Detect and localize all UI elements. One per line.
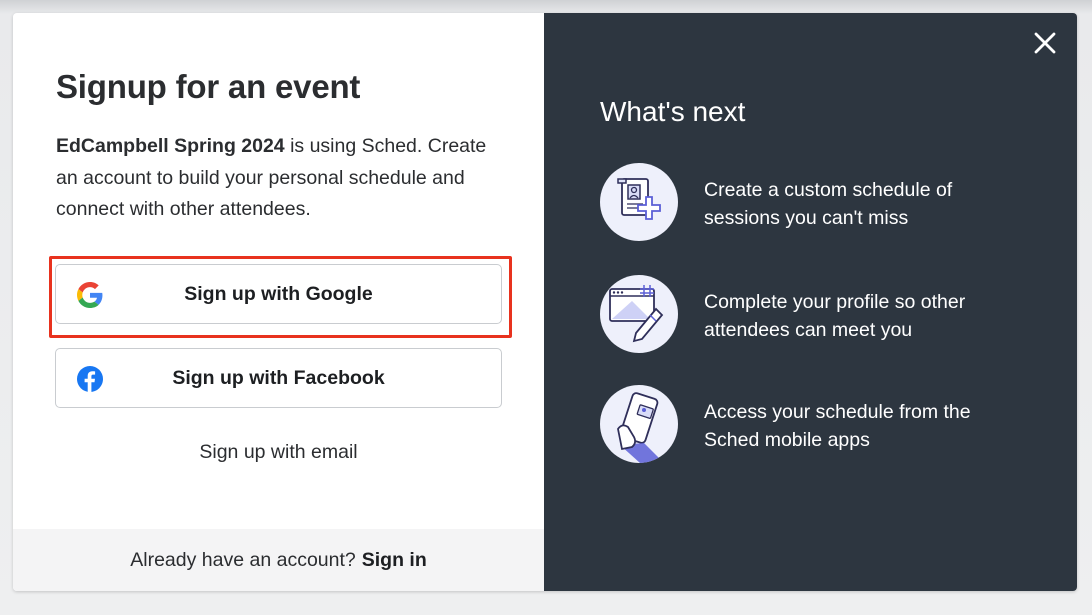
intro-suffix: is using Sched. bbox=[284, 135, 423, 157]
feature-text: Access your schedule from the Sched mobi… bbox=[704, 401, 971, 451]
whats-next-title: What's next bbox=[600, 96, 746, 127]
feature-item: Access your schedule from the Sched mobi… bbox=[600, 385, 1060, 465]
mobile-app-icon bbox=[600, 385, 678, 463]
facebook-button-label: Sign up with Facebook bbox=[172, 366, 385, 389]
signup-modal: Signup for an event EdCampbell Spring 20… bbox=[13, 13, 1077, 591]
facebook-signup-button[interactable]: Sign up with Facebook bbox=[55, 348, 502, 408]
profile-edit-icon bbox=[600, 275, 678, 353]
schedule-add-icon bbox=[600, 163, 678, 241]
email-signup-link[interactable]: Sign up with email bbox=[13, 441, 544, 464]
feature-item: Create a custom schedule of sessions you… bbox=[600, 163, 1060, 243]
close-icon[interactable] bbox=[1033, 31, 1057, 55]
intro-text: EdCampbell Spring 2024 is using Sched. C… bbox=[56, 131, 496, 226]
feature-item: Complete your profile so other attendees… bbox=[600, 275, 1060, 355]
google-button-label: Sign up with Google bbox=[184, 282, 373, 305]
modal-title: Signup for an event bbox=[56, 68, 361, 105]
feature-text: Complete your profile so other attendees… bbox=[704, 291, 966, 341]
event-name: EdCampbell Spring 2024 bbox=[56, 135, 285, 157]
whats-next-panel: What's next Create a custom schedule of … bbox=[544, 13, 1077, 591]
signin-link[interactable]: Sign in bbox=[362, 549, 427, 572]
google-icon bbox=[77, 282, 103, 308]
google-signup-button[interactable]: Sign up with Google bbox=[55, 264, 502, 324]
feature-text: Create a custom schedule of sessions you… bbox=[704, 179, 953, 229]
signup-panel: Signup for an event EdCampbell Spring 20… bbox=[13, 13, 544, 591]
signin-prompt: Already have an account? bbox=[130, 548, 356, 571]
facebook-icon bbox=[77, 366, 103, 392]
signin-footer: Already have an account? Sign in bbox=[13, 529, 544, 591]
